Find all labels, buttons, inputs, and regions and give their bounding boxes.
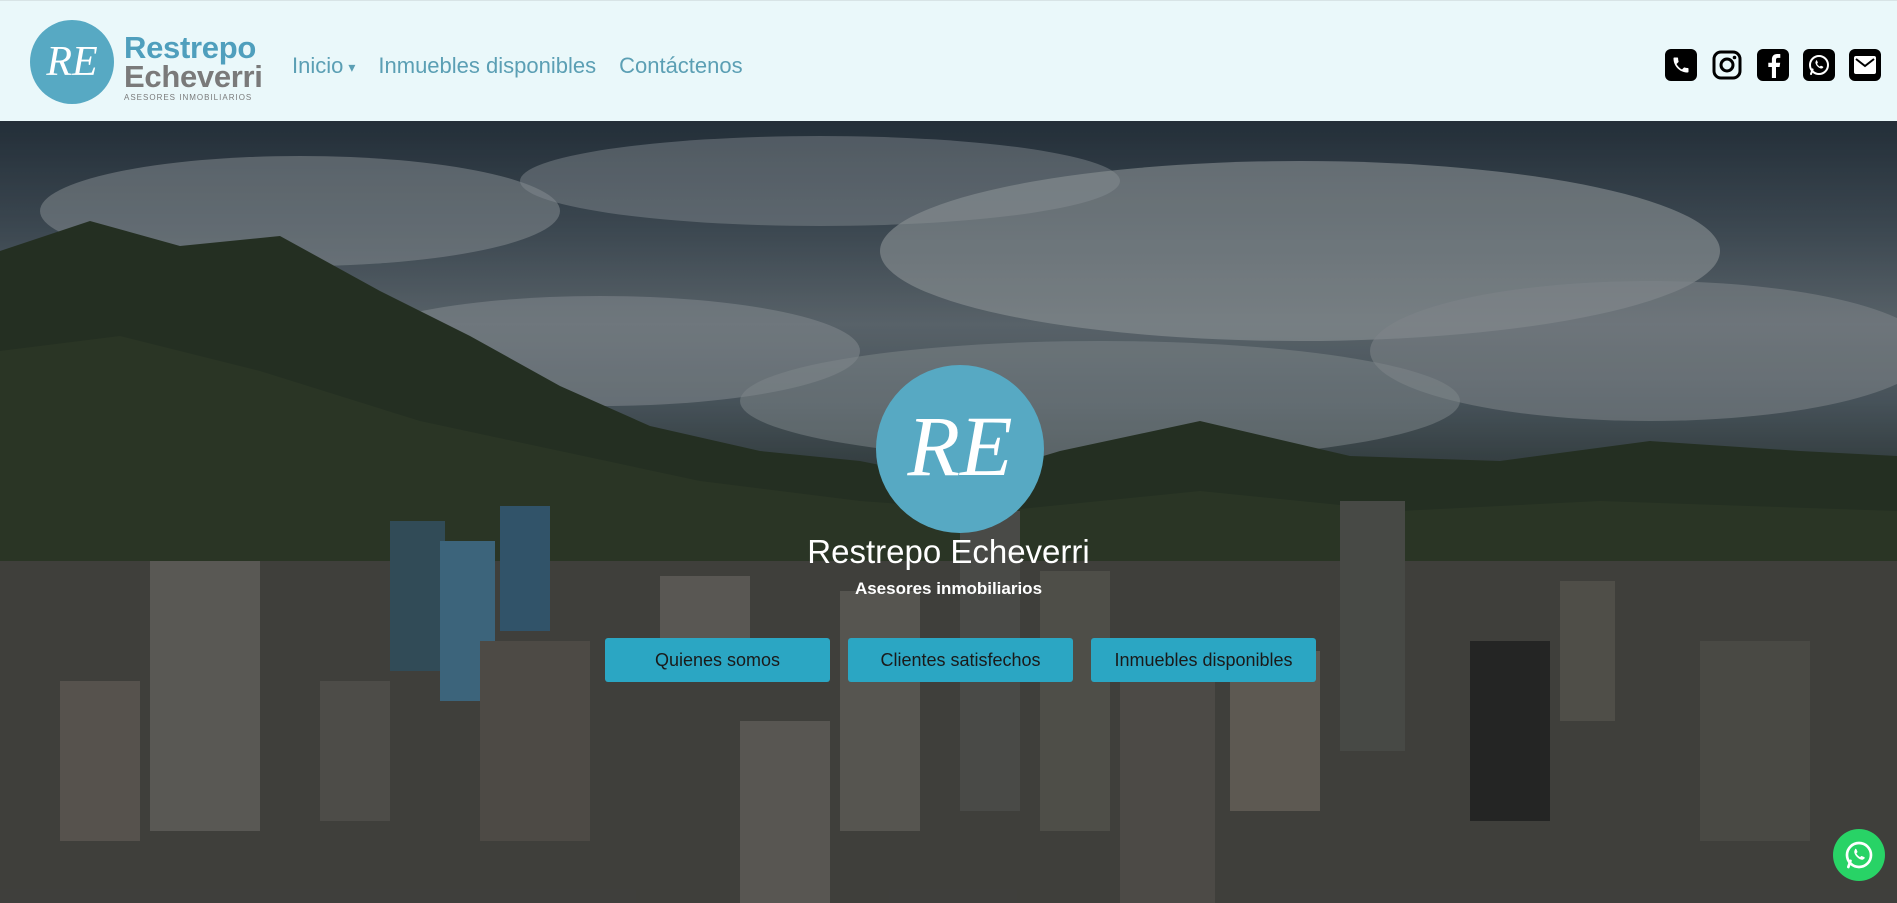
available-properties-button[interactable]: Inmuebles disponibles bbox=[1091, 638, 1316, 682]
satisfied-clients-button[interactable]: Clientes satisfechos bbox=[848, 638, 1073, 682]
facebook-icon[interactable] bbox=[1757, 49, 1789, 81]
social-links bbox=[1665, 49, 1881, 81]
hero-monogram-logo: RE bbox=[876, 365, 1044, 533]
about-us-button[interactable]: Quienes somos bbox=[605, 638, 830, 682]
svg-text:RE: RE bbox=[906, 398, 1012, 494]
hero-subtitle: Asesores inmobiliarios bbox=[854, 579, 1043, 598]
instagram-icon[interactable] bbox=[1711, 49, 1743, 81]
chevron-down-icon: ▾ bbox=[348, 58, 356, 75]
brand-logo-link[interactable]: RE Restrepo Echeverri ASESORES INMOBILIA… bbox=[30, 18, 263, 106]
nav-home-dropdown[interactable]: Inicio ▾ bbox=[292, 53, 355, 79]
brand-name-second: Echeverri bbox=[124, 59, 263, 94]
email-icon[interactable] bbox=[1849, 49, 1881, 81]
top-navbar: RE Restrepo Echeverri ASESORES INMOBILIA… bbox=[0, 0, 1897, 121]
phone-icon[interactable] bbox=[1665, 49, 1697, 81]
whatsapp-chat-button[interactable] bbox=[1833, 829, 1885, 881]
hero-monogram-graphic: RE bbox=[906, 398, 1012, 494]
nav-home-label: Inicio bbox=[292, 53, 344, 78]
hero-section: RE Restrepo Echeverri Asesores inmobilia… bbox=[0, 121, 1897, 903]
nav-properties-link[interactable]: Inmuebles disponibles bbox=[378, 53, 596, 79]
brand-monogram-graphic: RE bbox=[45, 39, 97, 85]
main-nav: Inicio ▾ Inmuebles disponibles Contácteno… bbox=[292, 53, 743, 79]
hero-button-group: Quienes somos Clientes satisfechos Inmue… bbox=[605, 638, 1316, 682]
hero-title: Restrepo Echeverri bbox=[807, 533, 1090, 570]
whatsapp-icon bbox=[1845, 841, 1873, 869]
brand-wordmark: Restrepo Echeverri ASESORES INMOBILIARIO… bbox=[124, 32, 263, 102]
whatsapp-icon[interactable] bbox=[1803, 49, 1835, 81]
brand-monogram-logo: RE bbox=[30, 20, 114, 104]
nav-contact-link[interactable]: Contáctenos bbox=[619, 53, 743, 79]
brand-tagline: ASESORES INMOBILIARIOS bbox=[124, 93, 253, 102]
svg-text:RE: RE bbox=[45, 39, 97, 85]
